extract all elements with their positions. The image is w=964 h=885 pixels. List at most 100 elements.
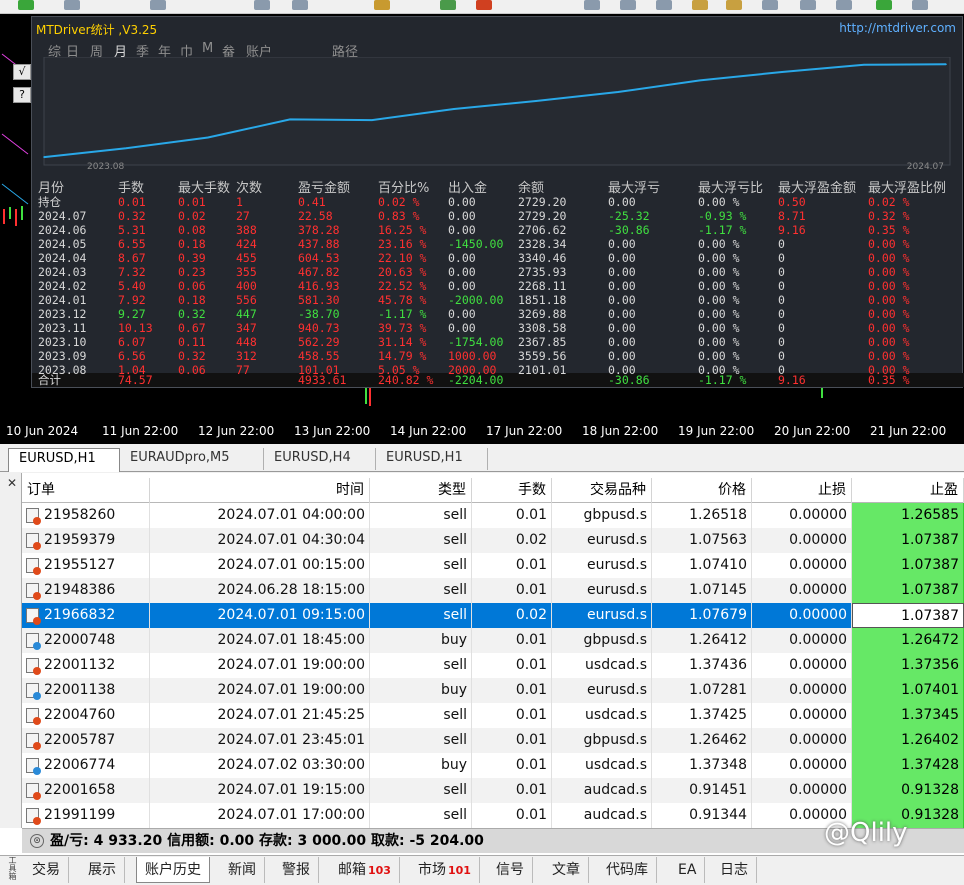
order-lots-cell: 0.01 [472, 503, 552, 528]
order-id-cell: 21991199 [22, 803, 150, 828]
panel-url[interactable]: http://mtdriver.com [839, 21, 956, 35]
order-type-icon [26, 508, 41, 525]
order-type-icon [26, 733, 41, 750]
stats-cell: 3308.58 [518, 321, 567, 335]
orders-col-header[interactable]: 类型 [372, 478, 472, 503]
tab-3[interactable]: 账户历史 [136, 857, 210, 883]
terminal-tabs: 工具箱 交易 展示 账户历史 新闻 警报 邮箱 103 市场 101 信号 文章 代码库 EA 日志 [0, 855, 964, 885]
order-type-icon [26, 808, 41, 825]
bar-chart-icon[interactable] [584, 0, 600, 10]
signal-icon[interactable] [440, 0, 456, 10]
tab-8[interactable]: 信号 [488, 857, 533, 883]
tab-11[interactable]: EA [670, 857, 706, 883]
chart-tab[interactable]: EURUSD,H1 [376, 448, 488, 470]
order-row[interactable]: 21966832 2024.07.01 09:15:00 sell 0.02 eurus… [22, 603, 964, 628]
orders-col-header[interactable]: 手数 [472, 478, 552, 503]
stats-cell: 6.55 [118, 237, 146, 251]
stats-cell: 0.00 % [868, 251, 910, 265]
order-row[interactable]: 22004760 2024.07.01 21:45:25 sell 0.01 usdca… [22, 703, 964, 728]
order-row[interactable]: 21958260 2024.07.01 04:00:00 sell 0.01 gbpus… [22, 503, 964, 528]
stats-col-header: 最大浮亏 [608, 181, 661, 196]
tab-1[interactable]: 交易 [24, 857, 69, 883]
account-summary: ⊙ 盈/亏: 4 933.20 信用额: 0.00 存款: 3 000.00 取… [22, 828, 964, 853]
tab-12[interactable]: 日志 [712, 857, 757, 883]
orders-col-header[interactable]: 价格 [652, 478, 752, 503]
chart-tab[interactable]: EURUSD,H4 [264, 448, 376, 470]
order-id-cell: 22006774 [22, 753, 150, 778]
stats-cell: 16.25 % [378, 223, 427, 237]
stats-cell: 0.41 [298, 195, 326, 209]
order-row[interactable]: 22001658 2024.07.01 19:15:00 sell 0.01 audca… [22, 778, 964, 803]
order-price-cell: 1.37348 [652, 753, 752, 778]
order-row[interactable]: 22001132 2024.07.01 19:00:00 sell 0.01 usdca… [22, 653, 964, 678]
orders-col-header[interactable]: 止盈 [852, 478, 964, 503]
order-row[interactable]: 21991199 2024.07.01 17:00:00 sell 0.01 audca… [22, 803, 964, 828]
scroll-icon[interactable] [800, 0, 816, 10]
stats-cell: -1.17 % [698, 223, 747, 237]
shift-icon[interactable] [836, 0, 852, 10]
indicator-icon[interactable] [876, 0, 892, 10]
stats-total-cell: -30.86 [608, 373, 650, 387]
stats-col-header: 最大手数 [178, 181, 231, 196]
chart-tab[interactable]: EURAUDpro,M5 [120, 448, 264, 470]
order-id-cell: 22001132 [22, 653, 150, 678]
period-icon[interactable] [912, 0, 928, 10]
zoom-out-icon[interactable] [726, 0, 742, 10]
period-tab[interactable]: M [202, 41, 213, 56]
stats-cell: 0 [778, 293, 785, 307]
orders-col-header[interactable]: 止损 [752, 478, 852, 503]
stats-cell: -38.70 [298, 307, 340, 321]
stats-cell: 0.00 [608, 307, 636, 321]
order-id-cell: 22004760 [22, 703, 150, 728]
tab-5[interactable]: 警报 [274, 857, 319, 883]
order-row[interactable]: 22005787 2024.07.01 23:45:01 sell 0.01 gbpus… [22, 728, 964, 753]
tab-10[interactable]: 代码库 [598, 857, 657, 883]
chart-tab[interactable]: EURUSD,H1 [8, 448, 120, 472]
help-button[interactable]: ? [13, 87, 31, 103]
order-row[interactable]: 21955127 2024.07.01 00:15:00 sell 0.01 eurus… [22, 553, 964, 578]
stats-cell: 1 [236, 195, 243, 209]
order-lots-cell: 0.02 [472, 528, 552, 553]
order-row[interactable]: 21959379 2024.07.01 04:30:04 sell 0.02 eurus… [22, 528, 964, 553]
tab-4[interactable]: 新闻 [220, 857, 265, 883]
stats-cell: -0.93 % [698, 209, 747, 223]
stats-col-header: 余额 [518, 181, 545, 196]
save-icon[interactable] [64, 0, 80, 10]
stats-cell: 0.00 [608, 335, 636, 349]
tab-7[interactable]: 市场 101 [410, 857, 480, 883]
new-order-icon[interactable] [18, 0, 34, 10]
tab-2[interactable]: 展示 [80, 857, 125, 883]
orders-col-header[interactable]: 时间 [150, 478, 370, 503]
order-row[interactable]: 22006774 2024.07.02 03:30:00 buy 0.01 usdcad… [22, 753, 964, 778]
stats-cell: 0.32 [178, 349, 206, 363]
panel-title: MTDriver统计 ,V3.25 [36, 23, 158, 37]
line-chart-icon[interactable] [656, 0, 672, 10]
history-icon[interactable] [150, 0, 166, 10]
order-row[interactable]: 21948386 2024.06.28 18:15:00 sell 0.01 eurus… [22, 578, 964, 603]
order-dot [33, 817, 41, 825]
orders-col-header[interactable]: 订单 [22, 478, 150, 503]
order-symbol-cell: gbpusd.s [552, 628, 652, 653]
order-lots-cell: 0.01 [472, 803, 552, 828]
order-row[interactable]: 22001138 2024.07.01 19:00:00 buy 0.01 eurusd… [22, 678, 964, 703]
close-icon[interactable]: ✕ [4, 475, 20, 491]
stats-cell: 5.31 [118, 223, 146, 237]
tab-9[interactable]: 文章 [544, 857, 589, 883]
orders-col-header[interactable]: 交易品种 [552, 478, 652, 503]
order-type-cell: buy [372, 678, 472, 703]
zoom-in-icon[interactable] [692, 0, 708, 10]
order-icon[interactable] [292, 0, 308, 10]
expert-icon[interactable] [374, 0, 390, 10]
order-type-icon [26, 633, 41, 650]
candle-chart-icon[interactable] [620, 0, 636, 10]
order-symbol-cell: gbpusd.s [552, 728, 652, 753]
autotrading-icon[interactable] [476, 0, 492, 10]
order-lots-cell: 0.01 [472, 553, 552, 578]
order-id: 22004760 [44, 707, 116, 723]
check-button[interactable]: √ [13, 64, 31, 80]
tab-6[interactable]: 邮箱 103 [330, 857, 400, 883]
order-row[interactable]: 22000748 2024.07.01 18:45:00 buy 0.01 gbpusd… [22, 628, 964, 653]
search-icon[interactable] [254, 0, 270, 10]
stats-cell: 0.02 % [378, 195, 420, 209]
tile-icon[interactable] [762, 0, 778, 10]
